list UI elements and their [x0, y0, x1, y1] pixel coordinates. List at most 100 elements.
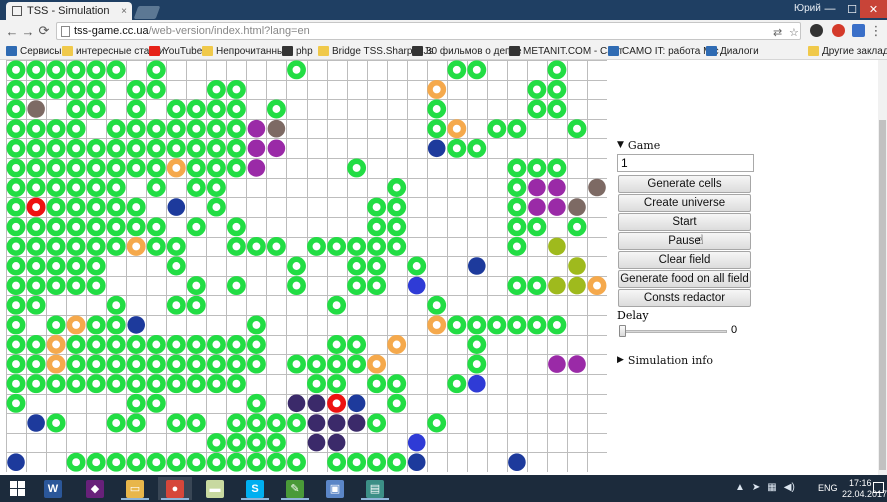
- chrome-menu-icon[interactable]: ⋮: [868, 23, 884, 39]
- organism-cell[interactable]: [267, 119, 286, 138]
- food-cell[interactable]: [487, 315, 507, 335]
- food-cell[interactable]: [467, 138, 487, 158]
- food-cell[interactable]: [46, 119, 66, 139]
- food-cell[interactable]: [26, 374, 46, 394]
- food-cell[interactable]: [367, 452, 387, 472]
- food-cell[interactable]: [146, 178, 166, 197]
- food-cell[interactable]: [6, 276, 26, 296]
- food-cell[interactable]: [146, 158, 166, 178]
- food-cell[interactable]: [226, 413, 246, 433]
- food-cell[interactable]: [126, 197, 146, 217]
- tab-close-icon[interactable]: ×: [121, 6, 127, 17]
- food-cell[interactable]: [66, 452, 86, 472]
- food-cell[interactable]: [6, 60, 26, 80]
- food-cell[interactable]: [387, 197, 407, 217]
- bookmark-apps[interactable]: Сервисы: [6, 44, 61, 58]
- food-cell[interactable]: [166, 374, 186, 394]
- food-cell[interactable]: [166, 452, 186, 472]
- orange-ring-cell[interactable]: [66, 315, 86, 335]
- organism-cell[interactable]: [267, 139, 286, 158]
- food-cell[interactable]: [467, 335, 487, 354]
- food-cell[interactable]: [226, 354, 246, 374]
- start-button[interactable]: Start: [618, 213, 751, 231]
- orange-ring-cell[interactable]: [427, 315, 447, 335]
- organism-cell[interactable]: [247, 159, 266, 177]
- network-icon[interactable]: ▦: [767, 482, 776, 493]
- food-cell[interactable]: [46, 60, 66, 80]
- food-cell[interactable]: [146, 452, 166, 472]
- food-cell[interactable]: [287, 413, 306, 433]
- food-cell[interactable]: [547, 315, 567, 335]
- food-cell[interactable]: [287, 452, 306, 472]
- food-cell[interactable]: [547, 79, 567, 99]
- organism-cell[interactable]: [568, 355, 586, 373]
- food-cell[interactable]: [266, 413, 286, 433]
- food-cell[interactable]: [26, 276, 46, 296]
- food-cell[interactable]: [46, 374, 66, 394]
- food-cell[interactable]: [106, 119, 126, 139]
- food-cell[interactable]: [226, 236, 246, 256]
- food-cell[interactable]: [367, 197, 387, 217]
- organism-cell[interactable]: [167, 198, 186, 216]
- food-cell[interactable]: [266, 99, 286, 119]
- red-ring-cell[interactable]: [327, 393, 347, 413]
- food-cell[interactable]: [547, 99, 567, 119]
- taskbar-app-word[interactable]: W: [36, 477, 70, 500]
- food-cell[interactable]: [126, 158, 146, 178]
- food-cell[interactable]: [427, 295, 447, 315]
- food-cell[interactable]: [6, 295, 26, 315]
- orange-ring-cell[interactable]: [46, 354, 66, 374]
- organism-cell[interactable]: [427, 139, 446, 158]
- delay-slider-thumb[interactable]: [619, 325, 626, 337]
- food-cell[interactable]: [427, 119, 447, 139]
- food-cell[interactable]: [26, 335, 46, 354]
- food-cell[interactable]: [86, 99, 106, 119]
- food-cell[interactable]: [387, 374, 407, 394]
- food-cell[interactable]: [6, 256, 26, 276]
- food-cell[interactable]: [507, 197, 527, 217]
- food-cell[interactable]: [327, 374, 347, 394]
- food-cell[interactable]: [86, 315, 106, 335]
- food-cell[interactable]: [66, 217, 86, 237]
- taskbar-app-skype[interactable]: S: [238, 477, 272, 500]
- food-cell[interactable]: [86, 374, 106, 394]
- organism-cell[interactable]: [588, 178, 606, 197]
- food-cell[interactable]: [246, 236, 266, 256]
- organism-cell[interactable]: [468, 257, 486, 275]
- food-cell[interactable]: [246, 452, 266, 472]
- orange-ring-cell[interactable]: [126, 236, 146, 256]
- food-cell[interactable]: [6, 217, 26, 237]
- food-cell[interactable]: [26, 217, 46, 237]
- food-cell[interactable]: [46, 158, 66, 178]
- food-cell[interactable]: [66, 119, 86, 139]
- organism-cell[interactable]: [548, 237, 566, 256]
- food-cell[interactable]: [166, 119, 186, 139]
- food-cell[interactable]: [146, 236, 166, 256]
- organism-cell[interactable]: [307, 394, 326, 413]
- food-cell[interactable]: [186, 354, 206, 374]
- food-cell[interactable]: [6, 119, 26, 139]
- food-cell[interactable]: [166, 236, 186, 256]
- pause-button[interactable]: Pause: [618, 232, 751, 250]
- food-cell[interactable]: [46, 178, 66, 197]
- food-cell[interactable]: [6, 158, 26, 178]
- food-cell[interactable]: [226, 158, 246, 178]
- organism-cell[interactable]: [327, 414, 346, 432]
- food-cell[interactable]: [567, 119, 587, 139]
- food-cell[interactable]: [66, 374, 86, 394]
- food-cell[interactable]: [387, 178, 407, 197]
- organism-cell[interactable]: [468, 374, 486, 393]
- organism-cell[interactable]: [27, 100, 45, 118]
- food-cell[interactable]: [126, 335, 146, 354]
- reload-icon[interactable]: ⟳: [36, 23, 52, 39]
- food-cell[interactable]: [206, 79, 226, 99]
- notifications-icon[interactable]: [873, 482, 884, 493]
- food-cell[interactable]: [507, 158, 527, 178]
- orange-ring-cell[interactable]: [427, 79, 447, 99]
- food-cell[interactable]: [447, 60, 467, 80]
- food-cell[interactable]: [66, 354, 86, 374]
- organism-cell[interactable]: [528, 198, 546, 216]
- food-cell[interactable]: [126, 99, 146, 119]
- food-cell[interactable]: [86, 60, 106, 80]
- taskbar-app-notes[interactable]: ▬: [198, 477, 232, 500]
